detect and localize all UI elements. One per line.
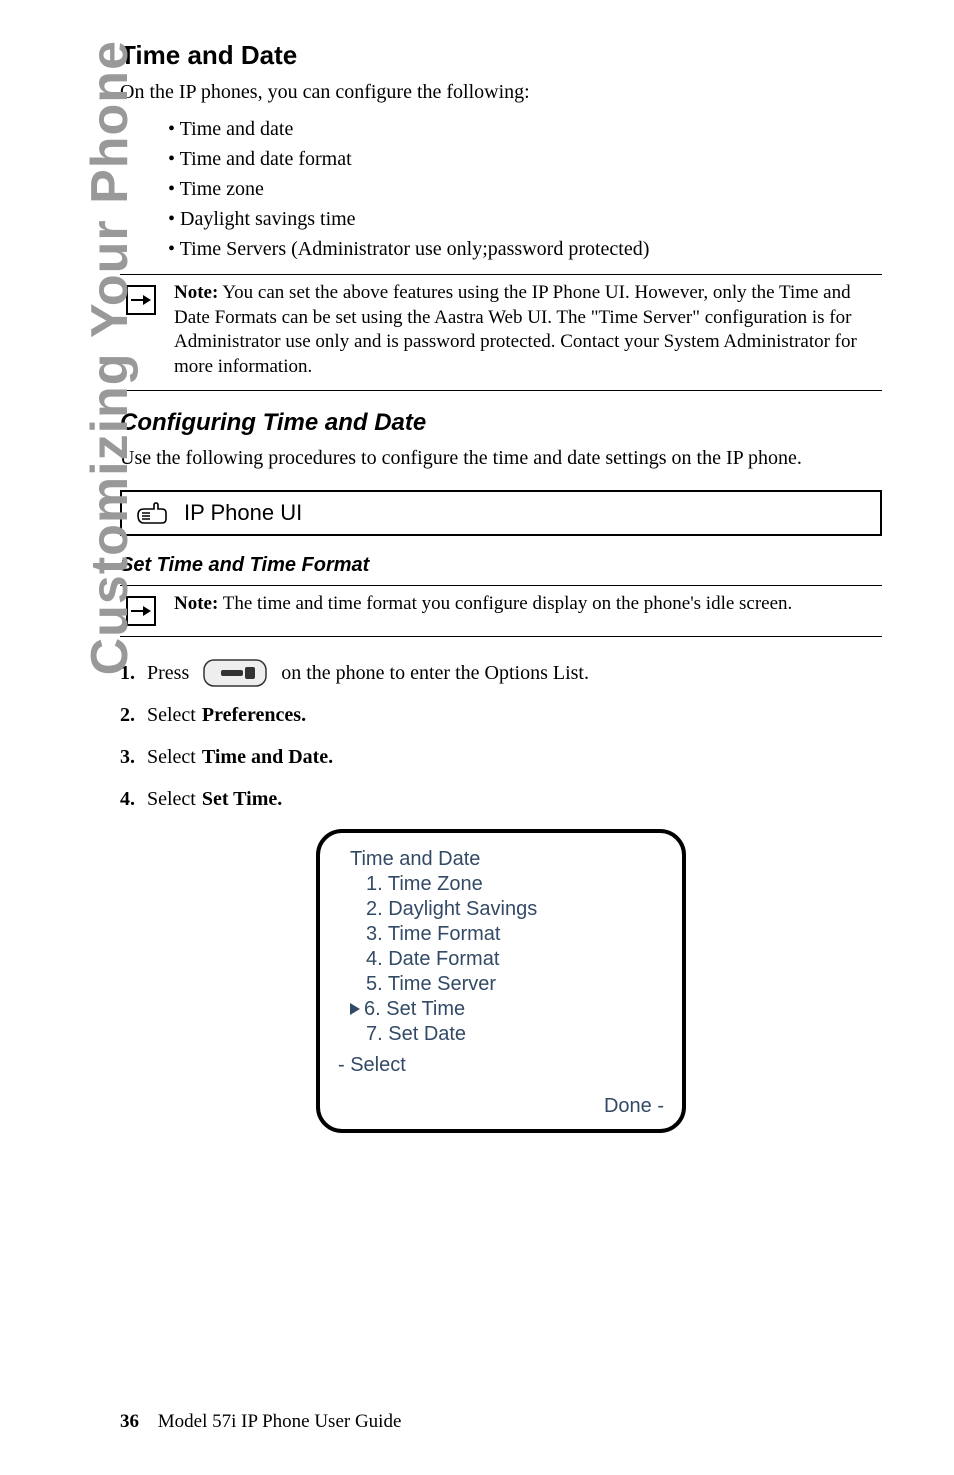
hand-pointing-icon	[136, 501, 172, 525]
list-item: Time and date format	[168, 144, 882, 174]
menu-item: 4. Date Format	[366, 947, 664, 972]
step-bold: Time and Date.	[202, 739, 333, 775]
step-bold: Preferences.	[202, 697, 306, 733]
ip-phone-ui-callout: IP Phone UI	[120, 490, 882, 536]
step-text: Select	[147, 739, 196, 775]
subsection-title: Configuring Time and Date	[120, 409, 882, 437]
list-item: Time and date	[168, 114, 882, 144]
section-title: Time and Date	[120, 40, 882, 71]
page-number: 36	[120, 1411, 139, 1432]
note-body: You can set the above features using the…	[174, 282, 857, 377]
step-item: 4. Select Set Time.	[120, 781, 882, 817]
softkey-select: - Select	[338, 1053, 664, 1078]
callout-label: IP Phone UI	[184, 500, 302, 526]
note-text: Note: The time and time format you confi…	[174, 592, 792, 617]
note-label: Note:	[174, 282, 218, 303]
note-block: Note: The time and time format you confi…	[120, 585, 882, 637]
list-item: Time Servers (Administrator use only;pas…	[168, 234, 882, 264]
procedure-steps: 1. Press on the phone to enter the Optio…	[120, 655, 882, 817]
note-block: Note: You can set the above features usi…	[120, 274, 882, 391]
options-key-icon	[203, 659, 267, 687]
menu-item: 2. Daylight Savings	[366, 897, 664, 922]
step-text: on the phone to enter the Options List.	[281, 655, 589, 691]
step-bold: Set Time.	[202, 781, 282, 817]
step-number: 3.	[120, 739, 135, 775]
note-label: Note:	[174, 593, 218, 614]
footer-title: Model 57i IP Phone User Guide	[158, 1411, 402, 1432]
softkey-done: Done -	[338, 1094, 664, 1119]
step-number: 4.	[120, 781, 135, 817]
step-text: Select	[147, 781, 196, 817]
step-item: 3. Select Time and Date.	[120, 739, 882, 775]
list-item: Daylight savings time	[168, 204, 882, 234]
cursor-triangle-icon	[350, 997, 364, 1022]
menu-item: 5. Time Server	[366, 972, 664, 997]
phone-screen-illustration: Time and Date 1. Time Zone 2. Daylight S…	[316, 829, 686, 1133]
note-body: The time and time format you configure d…	[223, 593, 793, 614]
subsection-body: Use the following procedures to configur…	[120, 445, 882, 472]
step-item: 2. Select Preferences.	[120, 697, 882, 733]
feature-list: Time and date Time and date format Time …	[168, 114, 882, 264]
screen-menu: 1. Time Zone 2. Daylight Savings 3. Time…	[366, 872, 664, 1047]
menu-item: 3. Time Format	[366, 922, 664, 947]
subsubsection-title: Set Time and Time Format	[120, 554, 882, 577]
step-item: 1. Press on the phone to enter the Optio…	[120, 655, 882, 691]
menu-item: 1. Time Zone	[366, 872, 664, 897]
page-footer: 36 Model 57i IP Phone User Guide	[120, 1411, 401, 1433]
list-item: Time zone	[168, 174, 882, 204]
note-text: Note: You can set the above features usi…	[174, 281, 882, 380]
menu-item: 7. Set Date	[366, 1022, 664, 1047]
step-text: Press	[147, 655, 189, 691]
step-text: Select	[147, 697, 196, 733]
menu-item-selected: 6. Set Time	[366, 997, 664, 1022]
sidebar-running-head: Customizing Your Phone	[80, 40, 140, 720]
section-intro: On the IP phones, you can configure the …	[120, 79, 882, 106]
screen-title: Time and Date	[350, 847, 664, 872]
